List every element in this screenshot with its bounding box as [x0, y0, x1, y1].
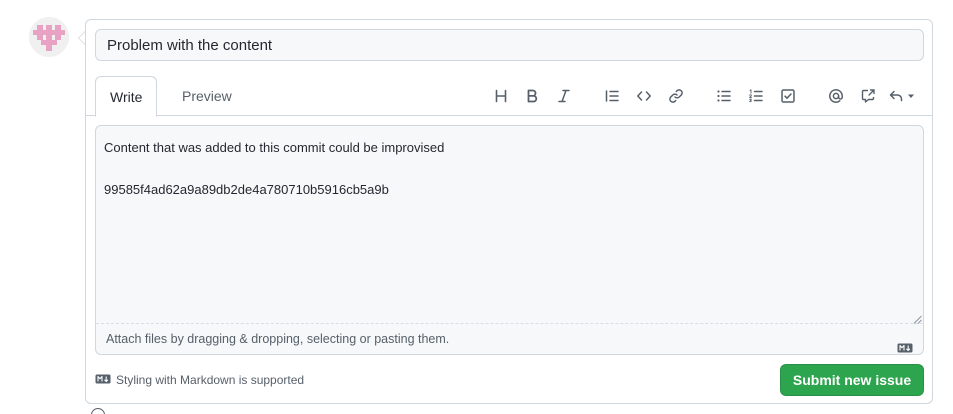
submit-issue-button[interactable]: Submit new issue: [780, 364, 924, 396]
markdown-icon: [95, 373, 111, 387]
markdown-note: Styling with Markdown is supported: [116, 373, 305, 387]
bold-icon[interactable]: [520, 84, 544, 108]
attach-hint: Attach files by dragging & dropping, sel…: [106, 332, 450, 346]
italic-icon[interactable]: [552, 84, 576, 108]
markdown-help-link[interactable]: Styling with Markdown is supported: [95, 372, 304, 388]
resize-handle[interactable]: [913, 315, 922, 324]
markdown-icon: [897, 334, 913, 364]
tab-write[interactable]: Write: [95, 76, 158, 117]
avatar[interactable]: [29, 17, 69, 57]
mention-icon[interactable]: [824, 84, 848, 108]
reply-icon[interactable]: [888, 84, 918, 108]
heading-icon[interactable]: [489, 84, 513, 108]
new-issue-form: Write Preview: [85, 19, 933, 404]
info-icon: [91, 408, 105, 414]
issue-body-textarea[interactable]: Content that was added to this commit co…: [96, 126, 923, 324]
code-icon[interactable]: [632, 84, 656, 108]
issue-title-input[interactable]: [95, 29, 924, 61]
comment-editor[interactable]: Content that was added to this commit co…: [95, 125, 924, 355]
tab-preview[interactable]: Preview: [168, 76, 246, 117]
file-attachment-area[interactable]: Attach files by dragging & dropping, sel…: [96, 324, 923, 354]
quote-icon[interactable]: [600, 84, 624, 108]
reference-icon[interactable]: [856, 84, 880, 108]
bulleted-list-icon[interactable]: [712, 84, 736, 108]
editor-tabbar: Write Preview: [86, 76, 932, 117]
numbered-list-icon[interactable]: [744, 84, 768, 108]
link-icon[interactable]: [664, 84, 688, 108]
task-list-icon[interactable]: [776, 84, 800, 108]
